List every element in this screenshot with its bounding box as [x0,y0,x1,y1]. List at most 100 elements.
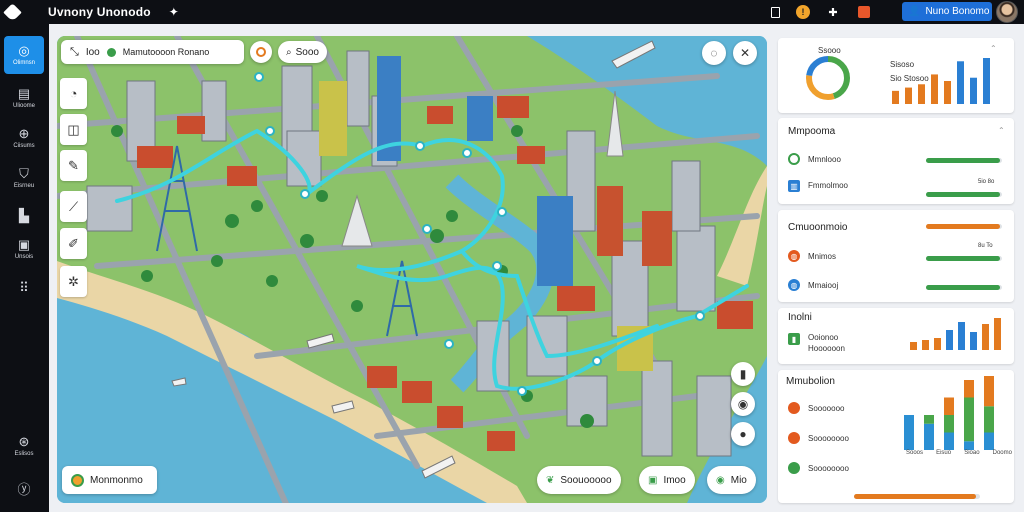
stacked-bar-segment [964,397,974,442]
sidebar-item-library[interactable]: ▤ Ulioome [4,79,44,117]
chart-bar [957,61,964,104]
weather-icon [71,473,84,487]
sidebar-item-settings[interactable]: ⊛ Eslisos [4,427,44,465]
close-icon[interactable]: ✕ [733,41,757,65]
transit-icon: ▣ [648,474,658,486]
metric-label-2: Fmmolmoo [808,181,849,190]
weather-label: Monmonmo [90,474,143,486]
app-logo-icon[interactable] [0,0,24,24]
connections-panel: Cmuoonmoio ◍ Mnimos 8u To ◍ Mmaiooj [778,210,1014,302]
breakdown-icon-2 [788,432,800,444]
chat-icon[interactable]: ◔ [60,78,87,109]
draw-icon[interactable]: ✐ [60,228,87,259]
alert-pin-icon[interactable]: ● [731,422,755,446]
chart-bar [958,322,965,350]
sidebar-item-label: Olimnsn [12,60,35,66]
sidebar-item-units[interactable]: ▣ Unsois [4,230,44,268]
connection-progress-2 [926,256,1002,261]
connection-progress-3 [926,285,1002,290]
chart-bar [892,90,899,104]
chart-bar [922,340,929,350]
grid-icon: ⠿ [19,279,29,295]
target-icon: ◎ [18,43,30,58]
donut-chart [806,56,850,100]
chart-bar [970,332,977,350]
timer-icon[interactable]: ◉ [731,392,755,416]
window-icon[interactable] [767,4,783,20]
connection-progress-1 [926,224,1002,229]
layer-chip-label: Imoo [663,474,686,486]
city-map[interactable]: ⤡ Ioo Mamutoooon Ronano ⌕ Sooo ◌ ✕ ◔ ◫ ✎… [57,36,767,503]
layer-chip-label: Soouooooo [560,474,612,486]
route-icon[interactable]: ✲ [60,266,87,297]
eco-icon: ◉ [716,474,725,486]
connection-label-3: Mmaiooj [808,281,839,290]
x-label: Eisuo [936,450,952,456]
stacked-bar-segment [964,441,974,450]
metrics-panel: Mmpooma ⌃ Mmnlooo ▥ Fmmolmoo 5io 8o [778,118,1014,204]
more-icon[interactable]: ⌃ [990,44,997,53]
breakdown-label-2: Soooooooo [808,434,849,443]
sparkle-icon[interactable]: ✦ [169,5,179,19]
bookmark-icon: ▙ [19,207,29,223]
sidebar-item-globe[interactable]: ⊕ Ciisums [4,119,44,157]
location-pin-icon [106,47,116,57]
connection-value-2: 8u To [978,243,993,249]
clock-icon[interactable] [250,41,272,63]
layer-chip-1[interactable]: ❦ Soouooooo [537,466,621,494]
chart-bar [931,74,938,104]
stats-title: Inolni [788,312,812,323]
sidebar-item-overview[interactable]: ◎ Olimnsn [4,36,44,74]
chart-bar [946,330,953,350]
sidebar-item-label: Ciisums [13,143,35,149]
metric-icon-2: ▥ [788,180,800,192]
metric-value-2: 5io 8o [978,179,995,185]
weather-chip[interactable]: Monmonmo [62,466,157,494]
layer-chip-2[interactable]: ▣ Imoo [639,466,695,494]
breakdown-label-3: Soooooooo [808,464,849,473]
user-icon: 👤 [908,6,921,17]
stacked-bar-segment [944,397,954,415]
avatar[interactable] [996,1,1018,23]
search-button[interactable]: ⌕ Sooo [278,41,327,63]
app-title: Uvnony Unonodo [48,5,151,19]
sidebar-item-security[interactable]: ⛉ Eisrneu [4,159,44,197]
measure-icon[interactable]: ⟋ [60,191,87,222]
sidebar-item-bookmarks[interactable]: ▙ [4,196,44,234]
traffic-icon[interactable]: ▮ [731,362,755,386]
metric-label-1: Mmnlooo [808,155,841,164]
breakdown-stacked-chart [904,376,994,450]
layer-chip-3[interactable]: ◉ Mio [707,466,756,494]
breakdown-progress [854,494,980,499]
collapse-icon[interactable]: ⌃ [998,126,1005,135]
connection-label-2: Mnimos [808,252,837,261]
leaf-icon: ❦ [546,474,555,486]
pan-icon[interactable]: ⤡ [70,46,79,59]
metric-progress-1 [926,158,1002,163]
layers-icon[interactable]: ◫ [60,114,87,145]
notification-icon[interactable] [856,4,872,20]
puzzle-icon[interactable]: ✚ [825,4,841,20]
stats-label: Ooionoo [808,333,839,342]
location-label[interactable]: Mamutoooon Ronano [123,47,210,57]
stats-sub-label: Hoooooon [808,344,845,353]
sidebar-item-label: Unsois [14,254,34,260]
breakdown-x-labels: Sooos Eisuo Sioao Doomo [906,450,1012,456]
sidebar-item-apps[interactable]: ⠿ [4,268,44,306]
connections-title: Cmuoonmoio [788,222,848,233]
edit-icon[interactable]: ✎ [60,150,87,181]
stats-panel: Inolni ▮ Ooionoo Hoooooon [778,308,1014,364]
chart-bar [970,77,977,104]
map-mode-button[interactable]: Ioo [86,47,100,58]
stacked-bar-segment [984,432,994,450]
breakdown-icon-3 [788,462,800,474]
user-name: Nuno Bonomo [925,6,990,17]
user-account-button[interactable]: 👤 Nuno Bonomo [902,2,992,21]
map-toolbar: ⤡ Ioo Mamutoooon Ronano [61,40,244,64]
stacked-bar-segment [924,415,934,424]
city-map-canvas[interactable] [57,36,767,503]
compass-icon[interactable]: ◌ [702,41,726,65]
sidebar-item-help[interactable]: ⓨ [4,470,44,508]
alert-icon[interactable]: ! [795,4,811,20]
overview-panel: Ssooo Sisoso Sio Stosoo ⌃ [778,38,1014,113]
